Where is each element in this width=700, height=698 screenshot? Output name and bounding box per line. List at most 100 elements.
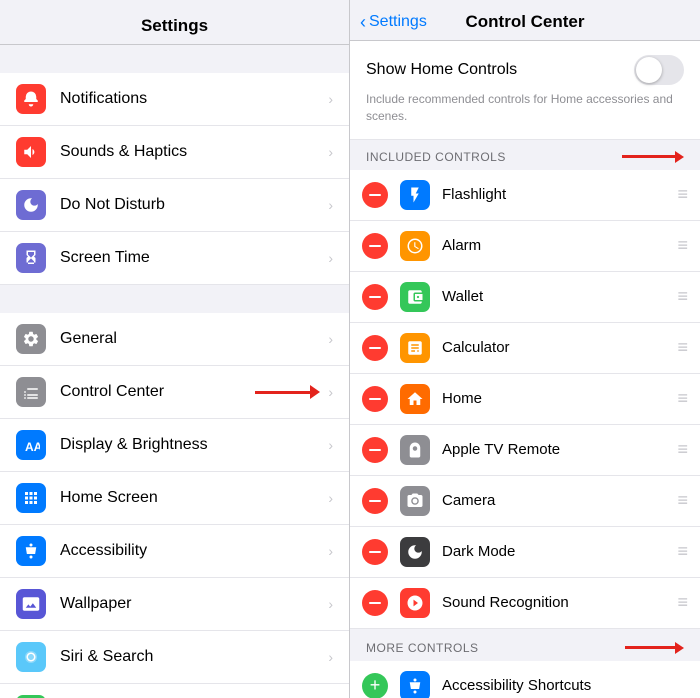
- control-item-alarm[interactable]: Alarm ≡: [350, 221, 700, 272]
- alarm-remove-button[interactable]: [362, 233, 388, 259]
- flashlight-icon: [400, 180, 430, 210]
- control-item-appletvremote[interactable]: Apple TV Remote ≡: [350, 425, 700, 476]
- flashlight-label: Flashlight: [442, 186, 677, 203]
- accessibility-icon: [16, 536, 46, 566]
- control-item-calculator[interactable]: Calculator ≡: [350, 323, 700, 374]
- darkmode-remove-button[interactable]: [362, 539, 388, 565]
- included-arrow-line: [625, 155, 675, 158]
- sidebar-item-controlcenter[interactable]: Control Center ›: [0, 366, 349, 419]
- controlcenter-icon: [16, 377, 46, 407]
- screentime-chevron: ›: [328, 250, 333, 266]
- sidebar-item-wallpaper[interactable]: Wallpaper ›: [0, 578, 349, 631]
- soundrecognition-remove-button[interactable]: [362, 590, 388, 616]
- back-button[interactable]: ‹ Settings: [360, 12, 427, 33]
- wallet-drag-handle[interactable]: ≡: [677, 286, 688, 307]
- sidebar-item-accessibility-label: Accessibility: [60, 542, 328, 560]
- sidebar-item-displaybrightness-label: Display & Brightness: [60, 436, 328, 454]
- settings-group-1: Notifications › Sounds & Haptics › Do No…: [0, 45, 349, 285]
- camera-drag-handle[interactable]: ≡: [677, 490, 688, 511]
- sidebar-item-screentime[interactable]: Screen Time ›: [0, 232, 349, 285]
- sidebar-item-donotdisturb-label: Do Not Disturb: [60, 196, 328, 214]
- darkmode-icon: [400, 537, 430, 567]
- back-chevron-icon: ‹: [360, 12, 366, 33]
- camera-remove-button[interactable]: [362, 488, 388, 514]
- wallet-remove-button[interactable]: [362, 284, 388, 310]
- included-arrow-annotation: [622, 151, 684, 163]
- more-arrow-annotation: [625, 642, 684, 654]
- wallet-icon: [400, 282, 430, 312]
- calculator-label: Calculator: [442, 339, 677, 356]
- camera-label: Camera: [442, 492, 677, 509]
- appletvremote-icon: [400, 435, 430, 465]
- camera-icon: [400, 486, 430, 516]
- donotdisturb-chevron: ›: [328, 197, 333, 213]
- included-controls-section-header: INCLUDED CONTROLS: [350, 140, 700, 170]
- home-drag-handle[interactable]: ≡: [677, 388, 688, 409]
- appletvremote-remove-button[interactable]: [362, 437, 388, 463]
- left-header: Settings: [0, 0, 349, 45]
- displaybrightness-chevron: ›: [328, 437, 333, 453]
- sidebar-item-homescreen-label: Home Screen: [60, 489, 328, 507]
- homescreen-icon: [16, 483, 46, 513]
- home-label: Home: [442, 390, 677, 407]
- appletvremote-drag-handle[interactable]: ≡: [677, 439, 688, 460]
- control-item-home[interactable]: Home ≡: [350, 374, 700, 425]
- control-item-wallet[interactable]: Wallet ≡: [350, 272, 700, 323]
- sirisearch-chevron: ›: [328, 649, 333, 665]
- more-controls-section-header: MORE CONTROLS: [350, 631, 700, 661]
- controlcenter-chevron: ›: [328, 384, 333, 400]
- control-item-darkmode[interactable]: Dark Mode ≡: [350, 527, 700, 578]
- displaybrightness-icon: AA: [16, 430, 46, 460]
- more-arrow-line: [625, 646, 675, 649]
- notifications-icon: [16, 84, 46, 114]
- show-home-description: Include recommended controls for Home ac…: [366, 91, 684, 125]
- sidebar-item-donotdisturb[interactable]: Do Not Disturb ›: [0, 179, 349, 232]
- show-home-section: Show Home Controls Include recommended c…: [350, 41, 700, 140]
- svg-text:AA: AA: [25, 440, 40, 454]
- accessibilityshortcuts-add-button[interactable]: [362, 673, 388, 698]
- sidebar-item-faceid[interactable]: Face ID & Passcode ›: [0, 684, 349, 698]
- included-arrow-head: [675, 151, 684, 163]
- sidebar-item-screentime-label: Screen Time: [60, 249, 328, 267]
- right-title: Control Center: [466, 12, 585, 32]
- wallet-label: Wallet: [442, 288, 677, 305]
- soundrecognition-icon: [400, 588, 430, 618]
- donotdisturb-icon: [16, 190, 46, 220]
- sidebar-item-sirisearch-label: Siri & Search: [60, 648, 328, 666]
- control-item-accessibilityshortcuts[interactable]: Accessibility Shortcuts: [350, 661, 700, 698]
- home-icon: [400, 384, 430, 414]
- flashlight-drag-handle[interactable]: ≡: [677, 184, 688, 205]
- soundrecognition-drag-handle[interactable]: ≡: [677, 592, 688, 613]
- control-item-soundrecognition[interactable]: Sound Recognition ≡: [350, 578, 700, 629]
- sidebar-item-sirisearch[interactable]: Siri & Search ›: [0, 631, 349, 684]
- right-header: ‹ Settings Control Center: [350, 0, 700, 41]
- show-home-toggle[interactable]: [634, 55, 684, 85]
- notifications-chevron: ›: [328, 91, 333, 107]
- more-controls-label: MORE CONTROLS: [366, 641, 479, 655]
- sidebar-item-displaybrightness[interactable]: AA Display & Brightness ›: [0, 419, 349, 472]
- sidebar-item-notifications[interactable]: Notifications ›: [0, 73, 349, 126]
- flashlight-remove-button[interactable]: [362, 182, 388, 208]
- left-panel: Settings Notifications › Sounds & Haptic…: [0, 0, 350, 698]
- sidebar-item-homescreen[interactable]: Home Screen ›: [0, 472, 349, 525]
- group-divider: [0, 45, 349, 73]
- left-title: Settings: [16, 16, 333, 36]
- darkmode-drag-handle[interactable]: ≡: [677, 541, 688, 562]
- show-home-row: Show Home Controls: [366, 55, 684, 85]
- control-item-flashlight[interactable]: Flashlight ≡: [350, 170, 700, 221]
- control-item-camera[interactable]: Camera ≡: [350, 476, 700, 527]
- alarm-label: Alarm: [442, 237, 677, 254]
- arrow-annotation-controlcenter: [255, 385, 320, 399]
- calculator-drag-handle[interactable]: ≡: [677, 337, 688, 358]
- sounds-chevron: ›: [328, 144, 333, 160]
- sidebar-item-sounds[interactable]: Sounds & Haptics ›: [0, 126, 349, 179]
- home-remove-button[interactable]: [362, 386, 388, 412]
- arrow-line: [255, 391, 310, 394]
- sidebar-item-notifications-label: Notifications: [60, 90, 328, 108]
- settings-group-2: General › Control Center › AA Display & …: [0, 285, 349, 698]
- sirisearch-icon: [16, 642, 46, 672]
- sidebar-item-accessibility[interactable]: Accessibility ›: [0, 525, 349, 578]
- alarm-drag-handle[interactable]: ≡: [677, 235, 688, 256]
- sidebar-item-general[interactable]: General ›: [0, 313, 349, 366]
- calculator-remove-button[interactable]: [362, 335, 388, 361]
